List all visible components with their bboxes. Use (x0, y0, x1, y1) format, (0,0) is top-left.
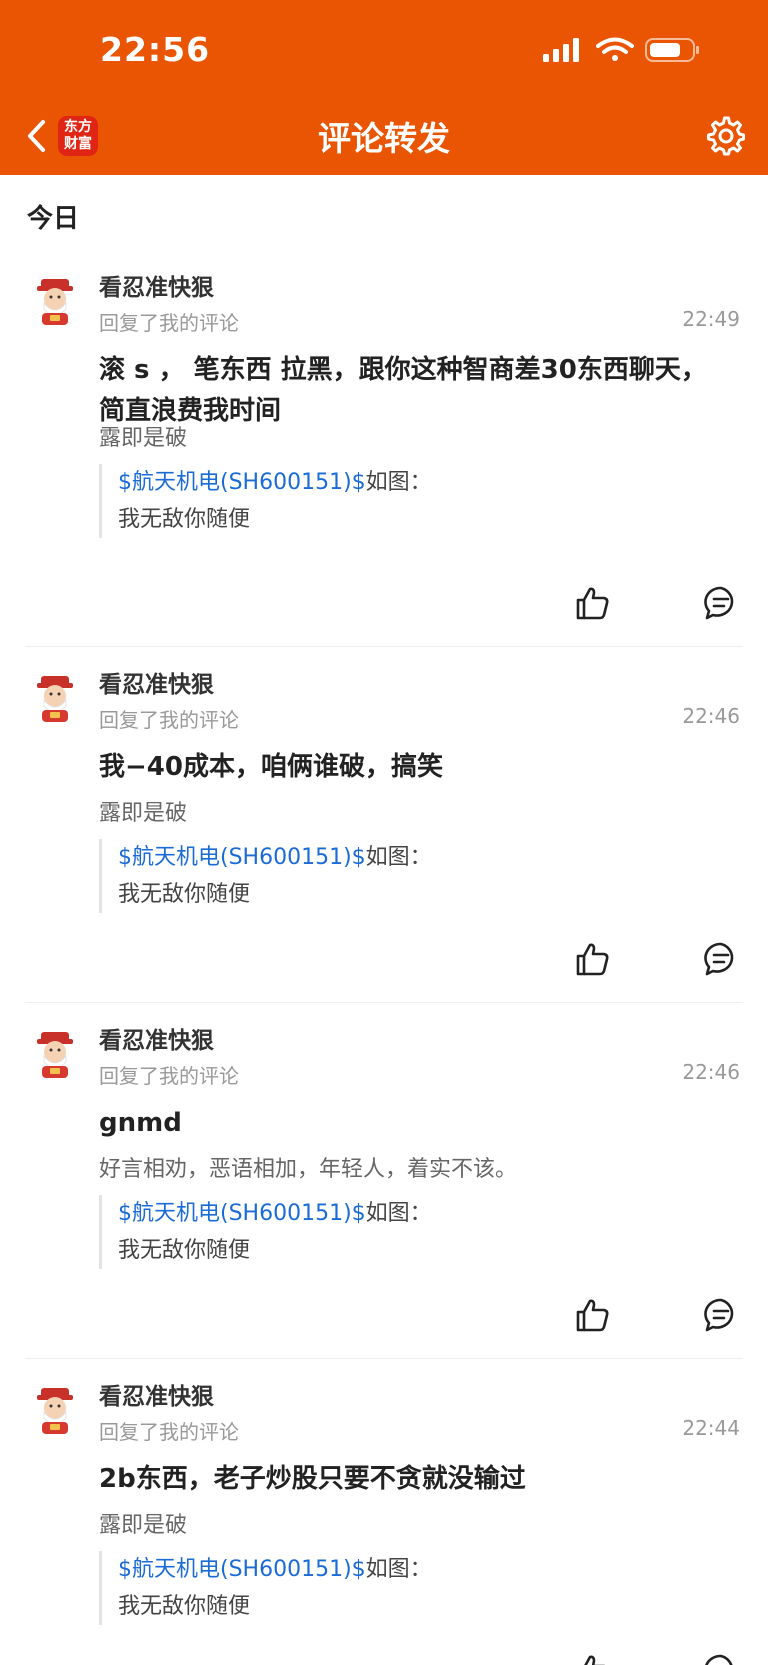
stock-link[interactable]: $航天机电(SH600151)$ (118, 845, 366, 870)
section-label-today: 今日 (27, 204, 80, 234)
avatar[interactable] (33, 1030, 77, 1080)
comment-item[interactable]: 看忍准快狠 回复了我的评论 22:44 2b东西，老子炒股只要不贪就没输过 露即… (0, 1359, 768, 1665)
quote-line-2: 我无敌你随便 (118, 1594, 251, 1619)
quote-suffix: 如图： (365, 1201, 432, 1226)
like-icon[interactable] (575, 1653, 611, 1665)
username[interactable]: 看忍准快狠 (99, 1377, 214, 1411)
status-icons (543, 37, 699, 62)
action-text: 回复了我的评论 (99, 1064, 239, 1088)
avatar[interactable] (33, 277, 77, 327)
avatar[interactable] (33, 1386, 77, 1436)
timestamp: 22:46 (682, 1060, 740, 1084)
reply-icon[interactable] (703, 1653, 739, 1665)
action-text: 回复了我的评论 (99, 708, 239, 732)
status-time: 22:56 (100, 30, 211, 69)
username[interactable]: 看忍准快狠 (99, 268, 214, 302)
comment-content: 我−40成本，咱俩谁破，搞笑 (99, 752, 443, 782)
comment-content: 2b东西，老子炒股只要不贪就没输过 (99, 1464, 526, 1494)
username[interactable]: 看忍准快狠 (99, 1021, 214, 1055)
action-text: 回复了我的评论 (99, 1420, 239, 1444)
quote-line-1: $航天机电(SH600151)$如图： (118, 839, 699, 876)
quote-line-2: 我无敌你随便 (118, 882, 251, 907)
like-icon[interactable] (575, 585, 611, 621)
page-title: 评论转发 (318, 119, 450, 158)
comment-item[interactable]: 看忍准快狠 回复了我的评论 22:46 gnmd 好言相劝，恶语相加，年轻人，着… (0, 1003, 768, 1359)
my-comment: 露即是破 (99, 801, 188, 826)
battery-icon (645, 38, 699, 62)
comment-item[interactable]: 看忍准快狠 回复了我的评论 22:49 滚 s ， 笔东西 拉黑，跟你这种智商差… (0, 250, 768, 647)
quote-suffix: 如图： (365, 1557, 432, 1582)
wifi-icon (596, 37, 634, 61)
quoted-post[interactable]: $航天机电(SH600151)$如图： 我无敌你随便 (99, 464, 699, 538)
quote-line-1: $航天机电(SH600151)$如图： (118, 464, 699, 501)
my-comment: 露即是破 (99, 1513, 188, 1538)
reply-icon[interactable] (703, 941, 739, 977)
action-text: 回复了我的评论 (99, 311, 239, 335)
quote-line-2: 我无敌你随便 (118, 507, 251, 532)
timestamp: 22:46 (682, 704, 740, 728)
my-comment: 好言相劝，恶语相加，年轻人，着实不该。 (99, 1157, 518, 1182)
quoted-post[interactable]: $航天机电(SH600151)$如图： 我无敌你随便 (99, 1551, 699, 1625)
quote-line-1: $航天机电(SH600151)$如图： (118, 1195, 699, 1232)
timestamp: 22:49 (682, 307, 740, 331)
username[interactable]: 看忍准快狠 (99, 665, 214, 699)
like-icon[interactable] (575, 941, 611, 977)
signal-icon (543, 38, 579, 62)
reply-icon[interactable] (703, 585, 739, 621)
timestamp: 22:44 (682, 1416, 740, 1440)
avatar[interactable] (33, 674, 77, 724)
quote-line-2: 我无敌你随便 (118, 1238, 251, 1263)
reply-icon[interactable] (703, 1297, 739, 1333)
quote-suffix: 如图： (365, 470, 432, 495)
my-comment: 露即是破 (99, 426, 188, 451)
quote-line-1: $航天机电(SH600151)$如图： (118, 1551, 699, 1588)
gear-icon[interactable] (706, 116, 746, 156)
comment-list: 看忍准快狠 回复了我的评论 22:49 滚 s ， 笔东西 拉黑，跟你这种智商差… (0, 250, 768, 1665)
comment-content: gnmd (99, 1108, 182, 1138)
stock-link[interactable]: $航天机电(SH600151)$ (118, 1201, 366, 1226)
comment-content: 滚 s ， 笔东西 拉黑，跟你这种智商差30东西聊天，简直浪费我时间 (99, 355, 707, 426)
quoted-post[interactable]: $航天机电(SH600151)$如图： 我无敌你随便 (99, 839, 699, 913)
quoted-post[interactable]: $航天机电(SH600151)$如图： 我无敌你随便 (99, 1195, 699, 1269)
quote-suffix: 如图： (365, 845, 432, 870)
like-icon[interactable] (575, 1297, 611, 1333)
comment-item[interactable]: 看忍准快狠 回复了我的评论 22:46 我−40成本，咱俩谁破，搞笑 露即是破 … (0, 647, 768, 1003)
app-header: 22:56 东方 财富 评论转发 (0, 0, 768, 175)
stock-link[interactable]: $航天机电(SH600151)$ (118, 1557, 366, 1582)
stock-link[interactable]: $航天机电(SH600151)$ (118, 470, 366, 495)
